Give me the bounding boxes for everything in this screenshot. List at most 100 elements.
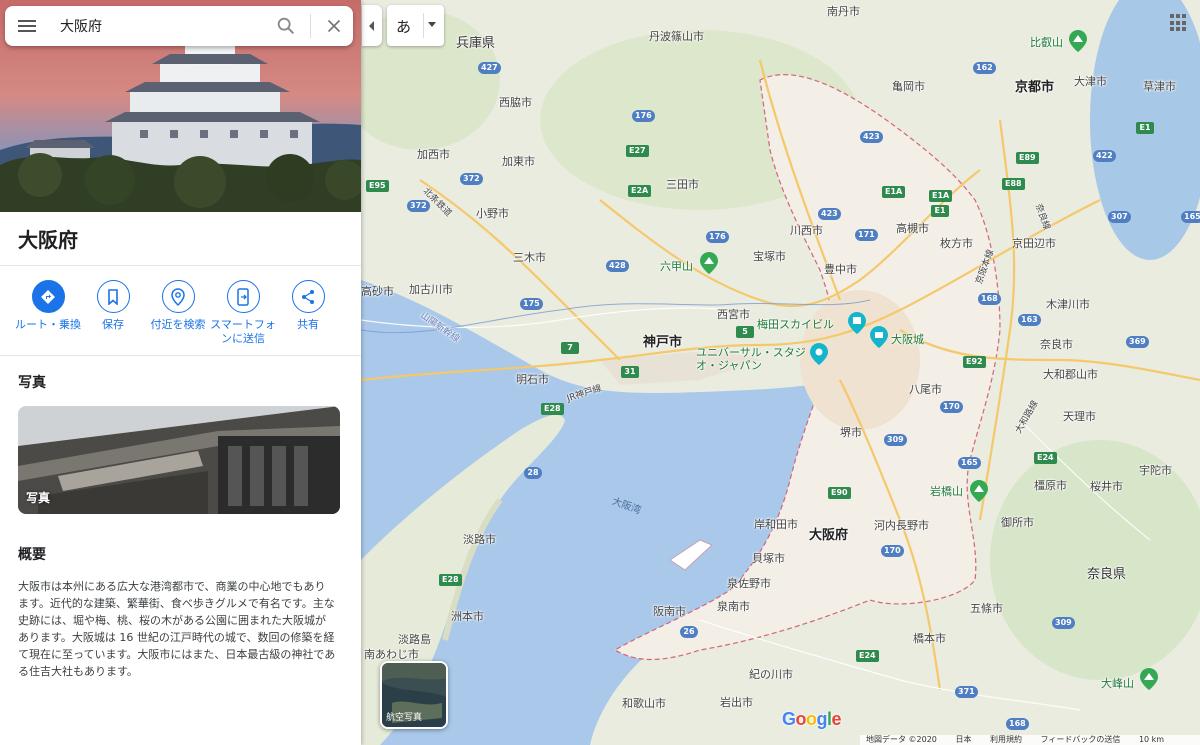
map-label-kato[interactable]: 加東市 — [502, 153, 535, 169]
nearby-button[interactable]: 付近を検索 — [142, 280, 214, 332]
attraction-pin-icon[interactable] — [810, 343, 828, 365]
map-label-sanda[interactable]: 三田市 — [666, 176, 699, 192]
photo-card-label: 写真 — [26, 491, 51, 505]
map-label-takasago[interactable]: 高砂市 — [361, 283, 394, 299]
apps-grid-icon[interactable] — [1170, 14, 1188, 32]
map-label-kameoka[interactable]: 亀岡市 — [892, 78, 925, 94]
map-label-gose[interactable]: 御所市 — [1001, 514, 1034, 530]
map-label-hannan[interactable]: 阪南市 — [653, 603, 686, 619]
map-label-tamba[interactable]: 丹波篠山市 — [649, 28, 704, 44]
map-label-uda[interactable]: 宇陀市 — [1139, 462, 1172, 478]
map-label-iwade[interactable]: 岩出市 — [720, 694, 753, 710]
map-label-otsu[interactable]: 大津市 — [1074, 73, 1107, 89]
map-label-sakai[interactable]: 堺市 — [840, 424, 862, 440]
map-label-miki[interactable]: 三木市 — [513, 249, 546, 265]
nearby-icon — [161, 280, 195, 313]
route-shield: 168 — [1006, 718, 1029, 730]
map-label-minamiawaji[interactable]: 南あわじ市 — [364, 646, 419, 662]
map-label-kizugawa[interactable]: 木津川市 — [1046, 296, 1090, 312]
directions-button[interactable]: ルート・乗換 — [12, 280, 84, 332]
send-to-phone-button[interactable]: スマートフォンに送信 — [207, 280, 279, 346]
map-label-hashimoto[interactable]: 橋本市 — [913, 630, 946, 646]
castle-pin-icon[interactable] — [870, 326, 888, 348]
map-language-select[interactable]: あ — [387, 5, 444, 46]
mountain-pin-icon[interactable] — [1140, 668, 1158, 690]
map-label-takatsuki[interactable]: 高槻市 — [896, 220, 929, 236]
map-label-nishinomiya[interactable]: 西宮市 — [717, 306, 750, 322]
map-label-kobe[interactable]: 神戸市 — [643, 331, 682, 350]
mountain-pin-icon[interactable] — [1069, 30, 1087, 52]
map-label-gojo[interactable]: 五條市 — [970, 600, 1003, 616]
map-label-kawanishi[interactable]: 川西市 — [790, 222, 823, 238]
map-label-izumisano[interactable]: 泉佐野市 — [727, 575, 771, 591]
map-label-ono[interactable]: 小野市 — [476, 205, 509, 221]
map-label-yamatokoriyama[interactable]: 大和郡山市 — [1043, 366, 1098, 382]
map-label-awajishima[interactable]: 淡路島 — [398, 631, 431, 647]
aerial-label: 航空写真 — [386, 713, 423, 723]
route-shield: 175 — [520, 298, 543, 310]
map-label-yao[interactable]: 八尾市 — [909, 381, 942, 397]
map-label-hiei[interactable]: 比叡山 — [1030, 34, 1063, 50]
route-shield: 31 — [621, 366, 639, 378]
route-shield: E24 — [1034, 452, 1057, 464]
route-shield: E1A — [929, 190, 953, 202]
route-shield: 372 — [407, 200, 430, 212]
terms-link[interactable]: 利用規約 — [990, 735, 1022, 744]
search-box[interactable] — [5, 6, 353, 46]
map-label-kaizuka[interactable]: 貝塚市 — [752, 550, 785, 566]
map-label-kyotanabe[interactable]: 京田辺市 — [1012, 235, 1056, 251]
close-icon[interactable] — [323, 15, 345, 37]
map-label-nantan[interactable]: 南丹市 — [827, 3, 860, 19]
send-to-phone-icon — [226, 280, 260, 313]
map-label-toyonaka[interactable]: 豊中市 — [824, 261, 857, 277]
map-label-hirakata[interactable]: 枚方市 — [940, 235, 973, 251]
map-label-sennan[interactable]: 泉南市 — [717, 598, 750, 614]
map-label-nara-pref[interactable]: 奈良県 — [1087, 563, 1126, 582]
landmark-pin-icon[interactable] — [848, 312, 866, 334]
map-label-nishiwaki[interactable]: 西脇市 — [499, 94, 532, 110]
country-link[interactable]: 日本 — [955, 735, 971, 744]
divider — [0, 355, 361, 356]
mountain-pin-icon[interactable] — [970, 480, 988, 502]
collapse-panel-button[interactable] — [362, 5, 382, 46]
map-label-kakogawa[interactable]: 加古川市 — [409, 281, 453, 297]
map-label-iwakisan[interactable]: 岩橋山 — [930, 483, 963, 499]
map-label-osakajo[interactable]: 大阪城 — [891, 331, 924, 347]
map-label-kasai[interactable]: 加西市 — [417, 146, 450, 162]
map-label-nara-city[interactable]: 奈良市 — [1040, 336, 1073, 352]
map-label-kyoto[interactable]: 京都市 — [1015, 76, 1054, 95]
share-label: 共有 — [297, 318, 319, 331]
search-input[interactable] — [60, 15, 260, 37]
share-button[interactable]: 共有 — [272, 280, 344, 332]
map-label-tenri[interactable]: 天理市 — [1063, 408, 1096, 424]
map-label-kinokawa[interactable]: 紀の川市 — [749, 666, 793, 682]
map-label-sakurai[interactable]: 桜井市 — [1090, 478, 1123, 494]
search-icon[interactable] — [275, 15, 297, 37]
map-label-umeda[interactable]: 梅田スカイビル — [757, 316, 834, 332]
map-label-osaka-pref[interactable]: 大阪府 — [809, 524, 848, 543]
mountain-pin-icon[interactable] — [700, 252, 718, 274]
route-shield: 428 — [606, 260, 629, 272]
map-label-wakayama[interactable]: 和歌山市 — [622, 695, 666, 711]
map-language-value: あ — [396, 18, 412, 36]
map-label-rokko[interactable]: 六甲山 — [660, 258, 693, 274]
map-label-hyogo[interactable]: 兵庫県 — [456, 32, 495, 51]
map-label-awaji[interactable]: 淡路市 — [463, 531, 496, 547]
menu-icon[interactable] — [15, 14, 39, 38]
map-label-usj[interactable]: ユニバーサル・スタジオ・ジャパン — [696, 346, 808, 372]
map-label-kashihara[interactable]: 橿原市 — [1034, 477, 1067, 493]
scale-label[interactable]: 10 km — [1139, 735, 1164, 744]
map-label-kawachinagano[interactable]: 河内長野市 — [874, 517, 929, 533]
aerial-view-toggle[interactable]: 航空写真 — [380, 661, 448, 729]
map-label-kusatsu[interactable]: 草津市 — [1143, 78, 1176, 94]
feedback-link[interactable]: フィードバックの送信 — [1041, 735, 1121, 744]
map-label-sumoto[interactable]: 洲本市 — [451, 608, 484, 624]
photo-card[interactable]: 写真 — [18, 406, 340, 514]
map-label-takarazuka[interactable]: 宝塚市 — [753, 248, 786, 264]
map-label-kishiwada[interactable]: 岸和田市 — [754, 516, 798, 532]
map-label-akashi[interactable]: 明石市 — [516, 371, 549, 387]
save-button[interactable]: 保存 — [77, 280, 149, 332]
route-shield: E2A — [628, 185, 652, 197]
route-shield: 168 — [978, 293, 1001, 305]
map-label-omine[interactable]: 大峰山 — [1101, 675, 1134, 691]
